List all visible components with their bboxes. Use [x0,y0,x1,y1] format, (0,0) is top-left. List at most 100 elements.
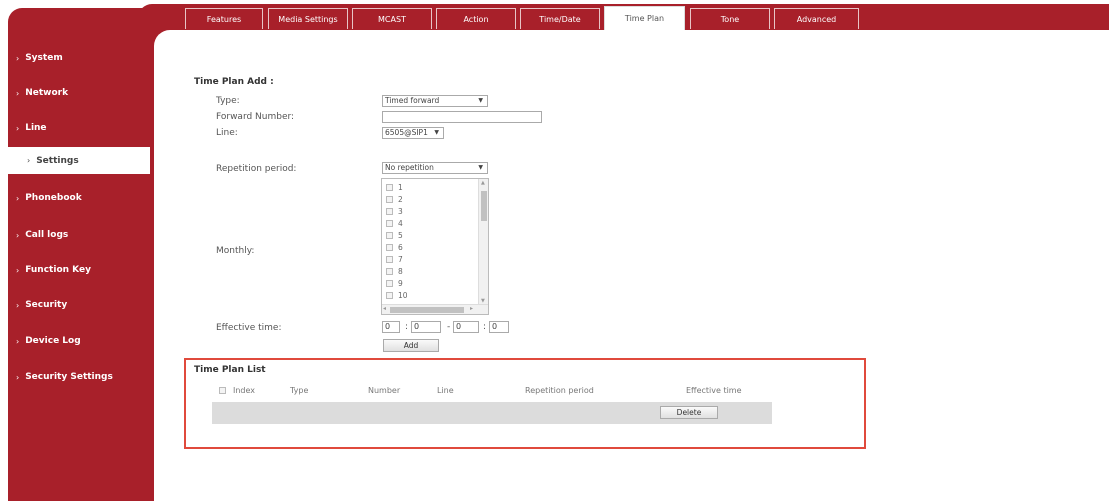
dropdown-arrow-icon: ▼ [478,164,483,171]
line-select-value: 6505@SIP1 [385,128,428,137]
chevron-right-icon: › [16,372,20,382]
sidebar-item-device-log[interactable]: › Device Log [0,328,146,354]
chevron-right-icon: › [16,300,20,310]
end-minute-input[interactable]: 0 [489,321,509,333]
column-header-index: Index [233,386,256,395]
time-plan-add-title: Time Plan Add : [194,77,274,87]
repetition-select-value: No repetition [385,163,434,172]
list-item[interactable]: 1 [386,183,403,192]
checkbox[interactable] [386,196,393,203]
column-header-effective-time: Effective time [686,386,742,395]
list-item[interactable]: 6 [386,243,403,252]
list-item[interactable]: 8 [386,267,403,276]
list-item[interactable]: 7 [386,255,403,264]
chevron-right-icon: › [16,265,20,275]
sidebar-item-function-key[interactable]: › Function Key [0,257,146,283]
list-item[interactable]: 5 [386,231,403,240]
column-header-line: Line [437,386,454,395]
effective-time-label: Effective time: [216,323,282,333]
tab-time-date[interactable]: Time/Date [520,8,600,29]
list-item[interactable]: 10 [386,291,408,300]
delete-button[interactable]: Delete [660,406,718,419]
checkbox[interactable] [386,184,393,191]
tab-mcast[interactable]: MCAST [352,8,432,29]
tab-label: Time/Date [539,14,581,24]
dropdown-arrow-icon: ▼ [434,129,439,136]
checkbox[interactable] [386,268,393,275]
sidebar-item-system[interactable]: › System [0,45,146,71]
tab-label: Time Plan [624,14,665,23]
list-item[interactable]: 2 [386,195,403,204]
day-label: 1 [398,183,403,192]
tab-tone[interactable]: Tone [690,8,770,29]
sidebar-item-label: Security Settings [25,372,113,382]
type-select[interactable]: Timed forward ▼ [382,95,488,107]
sidebar-item-network[interactable]: › Network [0,80,146,106]
start-hour-input[interactable]: 0 [382,321,400,333]
list-item[interactable]: 3 [386,207,403,216]
repetition-period-select[interactable]: No repetition ▼ [382,162,488,174]
list-item[interactable]: 9 [386,279,403,288]
chevron-right-icon: › [16,230,20,240]
vertical-scrollbar[interactable]: ▲ ▼ [478,179,488,305]
repetition-period-label: Repetition period: [216,164,297,174]
sidebar-item-security[interactable]: › Security [0,292,146,318]
day-label: 3 [398,207,403,216]
chevron-right-icon: › [16,193,20,203]
day-label: 5 [398,231,403,240]
monthly-label: Monthly: [216,246,255,256]
sidebar-item-phonebook[interactable]: › Phonebook [0,185,146,211]
tab-label: Tone [720,14,740,24]
checkbox[interactable] [386,220,393,227]
sidebar-item-call-logs[interactable]: › Call logs [0,222,146,248]
forward-number-label: Forward Number: [216,112,295,122]
chevron-right-icon: › [16,53,20,63]
checkbox[interactable] [386,208,393,215]
checkbox[interactable] [386,232,393,239]
sidebar-item-label: Settings [36,155,79,166]
select-all-checkbox[interactable] [219,387,226,394]
scroll-left-arrow-icon[interactable]: ◂ [383,305,386,312]
chevron-right-icon: › [27,156,31,165]
start-minute-input[interactable]: 0 [411,321,441,333]
sidebar-item-label: Security [25,300,68,310]
tab-media-settings[interactable]: Media Settings [268,8,348,29]
scrollbar-thumb[interactable] [481,191,487,221]
sidebar-item-label: Line [25,123,47,133]
tab-label: MCAST [378,14,406,24]
scrollbar-thumb[interactable] [390,307,464,313]
day-label: 6 [398,243,403,252]
tab-advanced[interactable]: Advanced [774,8,859,29]
line-select[interactable]: 6505@SIP1 ▼ [382,127,444,139]
tab-features[interactable]: Features [185,8,263,29]
scroll-up-arrow-icon[interactable]: ▲ [481,180,485,186]
add-button[interactable]: Add [383,339,439,352]
end-hour-input[interactable]: 0 [453,321,479,333]
checkbox[interactable] [386,280,393,287]
monthly-listbox[interactable]: 1 2 3 4 5 6 7 8 9 10 ▲ ▼ ◂ ▸ [381,178,489,315]
tab-label: Features [206,14,242,24]
tab-action[interactable]: Action [436,8,516,29]
sidebar-item-line[interactable]: › Line [0,115,146,141]
forward-number-input[interactable] [382,111,542,123]
checkbox[interactable] [386,256,393,263]
sidebar-item-label: Call logs [25,230,69,240]
list-item[interactable]: 4 [386,219,403,228]
tab-time-plan[interactable]: Time Plan [604,6,685,30]
sidebar-item-label: Phonebook [25,193,82,203]
column-header-repetition-period: Repetition period [525,386,594,395]
tab-label: Advanced [796,14,837,24]
dash-separator: - [447,322,451,332]
day-label: 7 [398,255,403,264]
sidebar-item-security-settings[interactable]: › Security Settings [0,364,146,390]
checkbox[interactable] [386,244,393,251]
dropdown-arrow-icon: ▼ [478,97,483,104]
sidebar-item-label: Device Log [25,336,81,346]
horizontal-scrollbar[interactable]: ◂ ▸ [382,304,488,314]
time-plan-list-title: Time Plan List [194,365,266,375]
scroll-right-arrow-icon[interactable]: ▸ [470,305,473,312]
checkbox[interactable] [386,292,393,299]
sidebar-item-settings[interactable]: › Settings [0,147,150,174]
sidebar-item-label: System [25,53,63,63]
day-label: 2 [398,195,403,204]
